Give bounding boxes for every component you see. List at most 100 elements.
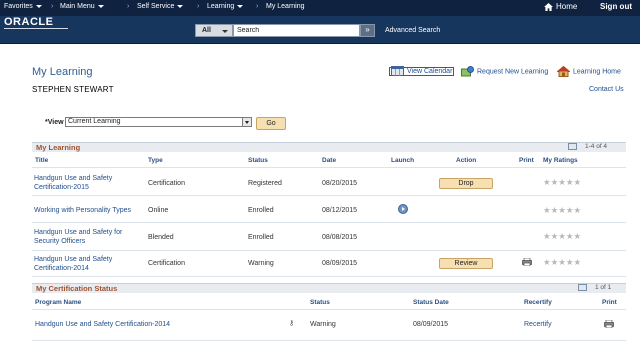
course-type: Online: [148, 207, 169, 214]
oracle-logo: ORACLE: [4, 16, 54, 28]
favorites-menu[interactable]: Favorites: [4, 3, 42, 10]
key-icon[interactable]: ⚷: [289, 319, 294, 327]
pagination-label: 1 of 1: [595, 284, 612, 292]
course-title-link[interactable]: Handgun Use and Safety for Security Offic…: [34, 228, 122, 246]
column-header-status: Status: [248, 157, 268, 164]
contact-us-link[interactable]: Contact Us: [589, 86, 624, 93]
breadcrumb-separator: ›: [51, 3, 54, 10]
certification-pagination: 1 of 1: [578, 284, 611, 291]
view-select[interactable]: Current Learning: [65, 117, 252, 127]
search-scope-select[interactable]: All: [195, 24, 233, 37]
view-all-icon[interactable]: [578, 284, 587, 291]
view-calendar-link[interactable]: View Calendar: [389, 66, 455, 76]
certification-status-date: 08/09/2015: [413, 321, 449, 328]
course-type: Certification: [148, 260, 185, 267]
breadcrumb-separator: ›: [256, 3, 259, 10]
learning-home-link[interactable]: Learning Home: [557, 66, 621, 77]
course-date: 08/09/2015: [322, 260, 358, 267]
main-menu-label: Main Menu: [60, 3, 95, 10]
certification-grid-title: My Certification Status: [36, 284, 118, 293]
course-title-line: Handgun Use and Safety: [34, 175, 113, 182]
column-header-launch: Launch: [391, 157, 415, 164]
row-divider: [32, 167, 626, 168]
my-learning-grid-title: My Learning: [36, 143, 81, 152]
column-header-recertify: Recertify: [524, 299, 552, 306]
view-calendar-label: View Calendar: [407, 67, 453, 75]
breadcrumb-separator: ›: [127, 3, 130, 10]
main-menu[interactable]: Main Menu: [60, 3, 104, 10]
home-label: Home: [556, 2, 578, 11]
column-header-date: Date: [322, 157, 337, 164]
my-learning-grid-header: [32, 142, 626, 152]
breadcrumb-self-service[interactable]: Self Service: [137, 3, 184, 10]
row-divider: [32, 222, 626, 223]
column-header-type: Type: [148, 157, 163, 164]
home-icon: [544, 2, 553, 11]
rating-stars[interactable]: ★★★★★: [543, 257, 581, 268]
go-button[interactable]: Go: [256, 117, 286, 130]
course-title-line: Working with Personality Types: [34, 207, 132, 214]
search-input[interactable]: [233, 24, 360, 37]
chevron-down-icon: [97, 4, 104, 8]
header-band: ORACLE All » Advanced Search: [0, 16, 640, 44]
column-header-title: Title: [35, 157, 49, 164]
printer-icon[interactable]: [522, 258, 532, 266]
request-new-learning-link[interactable]: Request New Learning: [461, 66, 548, 77]
request-learning-icon: [461, 66, 474, 77]
request-new-learning-label: Request New Learning: [477, 68, 549, 76]
drop-button[interactable]: Drop: [439, 178, 493, 189]
advanced-search-link[interactable]: Advanced Search: [385, 27, 440, 34]
course-status: Registered: [248, 180, 282, 187]
column-header-print: Print: [602, 299, 617, 306]
top-nav-bar: Favorites › Main Menu › Self Service › L…: [0, 0, 640, 16]
row-divider: [32, 276, 626, 277]
view-select-value: Current Learning: [68, 118, 121, 125]
launch-play-icon[interactable]: [398, 204, 408, 214]
view-all-icon[interactable]: [568, 143, 577, 150]
view-label: *View: [45, 119, 64, 126]
row-divider: [32, 195, 626, 196]
course-title-line: Security Officers: [34, 238, 86, 245]
breadcrumb-learning[interactable]: Learning: [207, 3, 244, 10]
certification-status: Warning: [310, 321, 336, 328]
course-date: 08/08/2015: [322, 234, 358, 241]
rating-stars[interactable]: ★★★★★: [543, 231, 581, 242]
rating-stars[interactable]: ★★★★★: [543, 177, 581, 188]
chevron-down-icon: [242, 118, 251, 126]
review-button[interactable]: Review: [439, 258, 493, 269]
printer-icon[interactable]: [604, 320, 614, 328]
view-calendar-box: View Calendar: [389, 66, 455, 76]
favorites-label: Favorites: [4, 3, 33, 10]
chevron-down-icon: [237, 4, 244, 8]
chevron-down-icon: [35, 4, 42, 8]
chevron-down-icon: [177, 4, 184, 8]
breadcrumb-my-learning[interactable]: My Learning: [266, 3, 305, 10]
certification-grid-header: [32, 283, 626, 293]
row-divider: [32, 309, 626, 310]
rating-stars[interactable]: ★★★★★: [543, 205, 581, 216]
column-header-status-date: Status Date: [413, 299, 449, 306]
course-title-link[interactable]: Handgun Use and Safety Certification-2015: [34, 174, 112, 192]
column-header-my-ratings: My Ratings: [543, 157, 578, 164]
column-header-status: Status: [310, 299, 330, 306]
page-title: My Learning: [32, 66, 93, 78]
recertify-link[interactable]: Recertify: [524, 320, 552, 329]
program-name-link[interactable]: Handgun Use and Safety Certification-201…: [35, 320, 170, 329]
course-date: 08/12/2015: [322, 207, 358, 214]
home-link[interactable]: Home: [544, 2, 577, 11]
course-title-line: Handgun Use and Safety: [34, 256, 113, 263]
learning-label: Learning: [207, 3, 235, 10]
course-date: 08/20/2015: [322, 180, 358, 187]
course-title-line: Certification-2014: [34, 265, 89, 272]
search-go-button[interactable]: »: [360, 24, 375, 37]
row-divider: [32, 340, 626, 341]
sign-out-link[interactable]: Sign out: [600, 2, 632, 11]
logo-underline: [4, 28, 68, 29]
learning-home-label: Learning Home: [573, 68, 621, 76]
course-type: Blended: [148, 234, 174, 241]
course-title-link[interactable]: Handgun Use and Safety Certification-2014: [34, 255, 112, 273]
course-title-link[interactable]: Working with Personality Types: [34, 206, 131, 215]
course-title-line: Handgun Use and Safety for: [34, 229, 123, 236]
course-type: Certification: [148, 180, 185, 187]
column-header-print: Print: [519, 157, 534, 164]
